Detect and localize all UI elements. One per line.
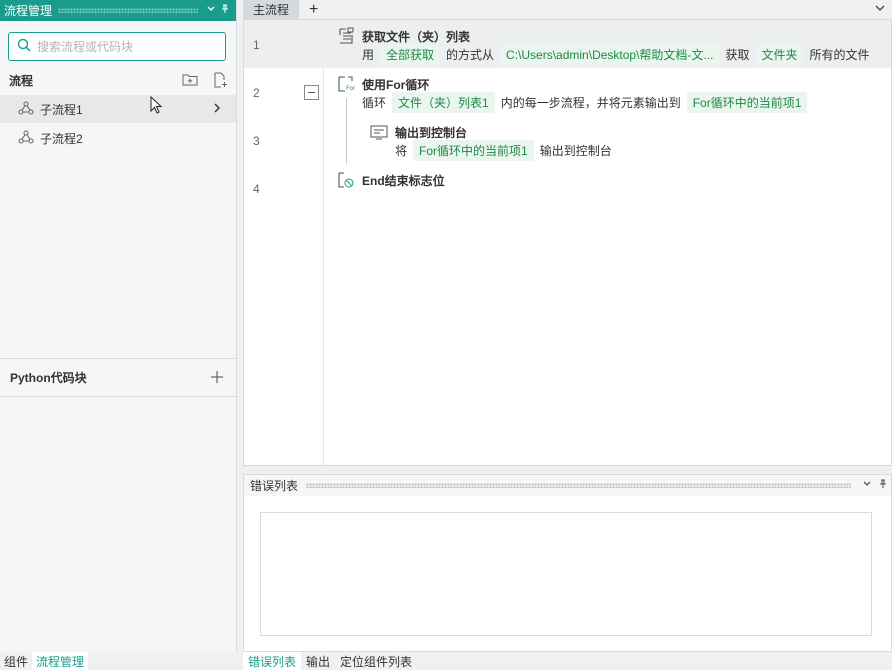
flow-item-subflow-1[interactable]: 子流程1 (0, 95, 236, 123)
left-bottom-tabs: 组件 流程管理 (0, 652, 237, 670)
step-row-1[interactable]: 1 获取文件（夹）列表 用 全部获取 的方式从 C:\Users\admin\D… (244, 20, 891, 68)
editor-tab-bar: 主流程 + (243, 0, 892, 19)
desc-text: 的方式从 (446, 48, 495, 62)
error-list-panel: 错误列表 (243, 474, 892, 652)
step-description: 循环 文件（夹）列表1 内的每一步流程，并将元素输出到 For循环中的当前项1 (362, 92, 813, 113)
line-number: 1 (253, 38, 260, 52)
param-chip[interactable]: 全部获取 (380, 44, 441, 65)
tab-main-flow[interactable]: 主流程 (243, 0, 300, 19)
desc-text: 用 (362, 48, 375, 62)
line-number: 3 (253, 134, 260, 148)
svg-text:For: For (346, 85, 355, 92)
param-chip-path[interactable]: C:\Users\admin\Desktop\帮助文档-文... (500, 44, 720, 65)
tab-locator-list[interactable]: 定位组件列表 (335, 652, 417, 670)
param-chip[interactable]: For循环中的当前项1 (686, 92, 808, 113)
chevron-down-icon[interactable] (859, 479, 875, 492)
error-panel-header: 错误列表 (244, 475, 891, 496)
flow-node-icon (18, 130, 34, 147)
desc-text: 获取 (725, 48, 750, 62)
collapse-toggle[interactable] (304, 85, 319, 100)
chevron-right-icon[interactable] (212, 101, 222, 118)
pin-icon[interactable] (875, 479, 891, 492)
param-chip[interactable]: 文件夹 (755, 44, 804, 65)
desc-text: 内的每一步流程，并将元素输出到 (500, 96, 681, 110)
step-row-2[interactable]: 2 For 使用For循环 循环 文件（夹）列表1 内的每一步流程，并将元素输出… (244, 68, 891, 116)
file-list-icon (337, 27, 355, 45)
app-window: 流程管理 流程 (0, 0, 892, 670)
flow-item-subflow-2[interactable]: 子流程2 (0, 124, 236, 152)
desc-text: 将 (395, 144, 408, 158)
console-icon (370, 123, 388, 141)
search-box[interactable] (8, 32, 226, 61)
line-number: 4 (253, 182, 260, 196)
bottom-panel-tabs: 错误列表 输出 定位组件列表 (243, 652, 892, 670)
python-heading: Python代码块 (10, 371, 87, 385)
flows-heading: 流程 (9, 73, 34, 88)
tab-process-manager[interactable]: 流程管理 (32, 652, 89, 670)
flow-node-icon (18, 101, 34, 118)
add-python-block-icon[interactable] (210, 368, 224, 389)
step-row-3[interactable]: 3 输出到控制台 将 For循环中的当前项1 输出到控制台 (244, 116, 891, 164)
pin-icon[interactable] (218, 4, 232, 17)
search-input[interactable] (37, 39, 217, 54)
new-folder-icon[interactable] (182, 72, 198, 91)
tab-components[interactable]: 组件 (0, 652, 32, 670)
flow-item-label: 子流程2 (40, 131, 83, 146)
desc-text: 输出到控制台 (539, 144, 612, 158)
add-tab-button[interactable]: + (309, 1, 318, 19)
desc-text: 循环 (362, 96, 387, 110)
flow-editor: 1 获取文件（夹）列表 用 全部获取 的方式从 C:\Users\admin\D… (243, 19, 892, 466)
error-list-area[interactable] (260, 512, 872, 636)
chevron-down-icon[interactable] (204, 4, 218, 17)
for-loop-icon: For (337, 75, 356, 93)
step-description: 将 For循环中的当前项1 输出到控制台 (395, 140, 612, 161)
param-chip[interactable]: 文件（夹）列表1 (392, 92, 495, 113)
step-title: 获取文件（夹）列表 (362, 30, 471, 44)
flow-item-label: 子流程1 (40, 102, 83, 117)
panel-title: 流程管理 (4, 4, 53, 18)
mouse-cursor-icon (150, 95, 163, 119)
end-loop-icon (337, 171, 355, 189)
flows-section-header: 流程 (0, 68, 236, 92)
panel-title-bar: 流程管理 (0, 0, 236, 21)
panel-grip[interactable] (306, 483, 851, 488)
tab-output[interactable]: 输出 (301, 652, 335, 670)
python-blocks-header: Python代码块 (0, 358, 236, 397)
step-title: End结束标志位 (362, 174, 445, 188)
step-title: 输出到控制台 (395, 126, 468, 140)
new-file-icon[interactable] (212, 72, 228, 91)
step-title: 使用For循环 (362, 78, 430, 92)
tab-error-list[interactable]: 错误列表 (243, 652, 302, 670)
param-chip[interactable]: For循环中的当前项1 (413, 140, 534, 161)
panel-grip[interactable] (58, 8, 198, 13)
step-description: 用 全部获取 的方式从 C:\Users\admin\Desktop\帮助文档-… (362, 44, 869, 65)
search-icon (17, 38, 31, 55)
step-row-4[interactable]: 4 End结束标志位 (244, 164, 891, 212)
error-panel-title: 错误列表 (250, 479, 299, 493)
chevron-down-icon[interactable] (874, 2, 886, 17)
process-manager-panel: 流程管理 流程 (0, 0, 237, 652)
line-number: 2 (253, 86, 260, 100)
desc-text: 所有的文件 (809, 48, 870, 62)
